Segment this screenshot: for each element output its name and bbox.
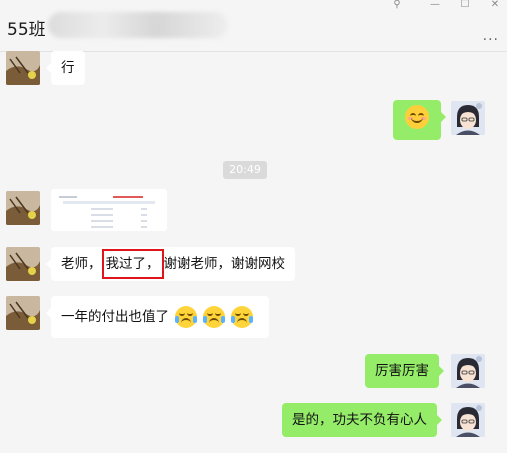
message-bubble[interactable]: 厉害厉害 (365, 354, 444, 388)
message-bubble[interactable] (393, 100, 446, 140)
avatar[interactable] (6, 296, 40, 330)
image-message-thumbnail[interactable] (51, 189, 167, 231)
maximize-icon[interactable]: ☐ (454, 0, 476, 12)
chat-title: 55班 (7, 20, 46, 40)
avatar[interactable] (6, 247, 40, 281)
message-text: 是的，功夫不负有心人 (292, 412, 427, 428)
message-text: 行 (61, 60, 75, 76)
more-options-button[interactable]: ... (483, 28, 499, 44)
message-bubble[interactable]: 行 (46, 51, 85, 85)
blurred-title-redaction (48, 12, 228, 38)
message-bubble[interactable]: 老师， 我过了， 谢谢老师，谢谢网校 (46, 247, 295, 281)
avatar[interactable] (6, 191, 40, 225)
pin-icon[interactable]: ⚲ (386, 0, 408, 12)
avatar[interactable] (451, 403, 485, 437)
crying-laughing-emoji-icon (175, 306, 197, 328)
chat-header: 55班 ⚲ — ☐ ✕ ... (0, 0, 507, 52)
message-bubble[interactable]: 一年的付出也值了 (46, 296, 269, 338)
message-text: 厉害厉害 (375, 363, 429, 379)
timestamp-chip: 20:49 (223, 161, 267, 179)
message-text: 一年的付出也值了 (61, 309, 169, 325)
avatar[interactable] (451, 354, 485, 388)
avatar[interactable] (6, 51, 40, 85)
avatar[interactable] (451, 101, 485, 135)
message-text: 老师， (61, 256, 102, 272)
crying-laughing-emoji-icon (231, 306, 253, 328)
message-bubble[interactable]: 是的，功夫不负有心人 (282, 403, 442, 437)
crying-laughing-emoji-icon (203, 306, 225, 328)
highlighted-text: 我过了， (101, 249, 164, 279)
message-text: 谢谢老师，谢谢网校 (163, 256, 286, 272)
smile-emoji-icon (405, 105, 429, 129)
close-icon[interactable]: ✕ (484, 0, 506, 12)
minimize-icon[interactable]: — (424, 0, 446, 12)
